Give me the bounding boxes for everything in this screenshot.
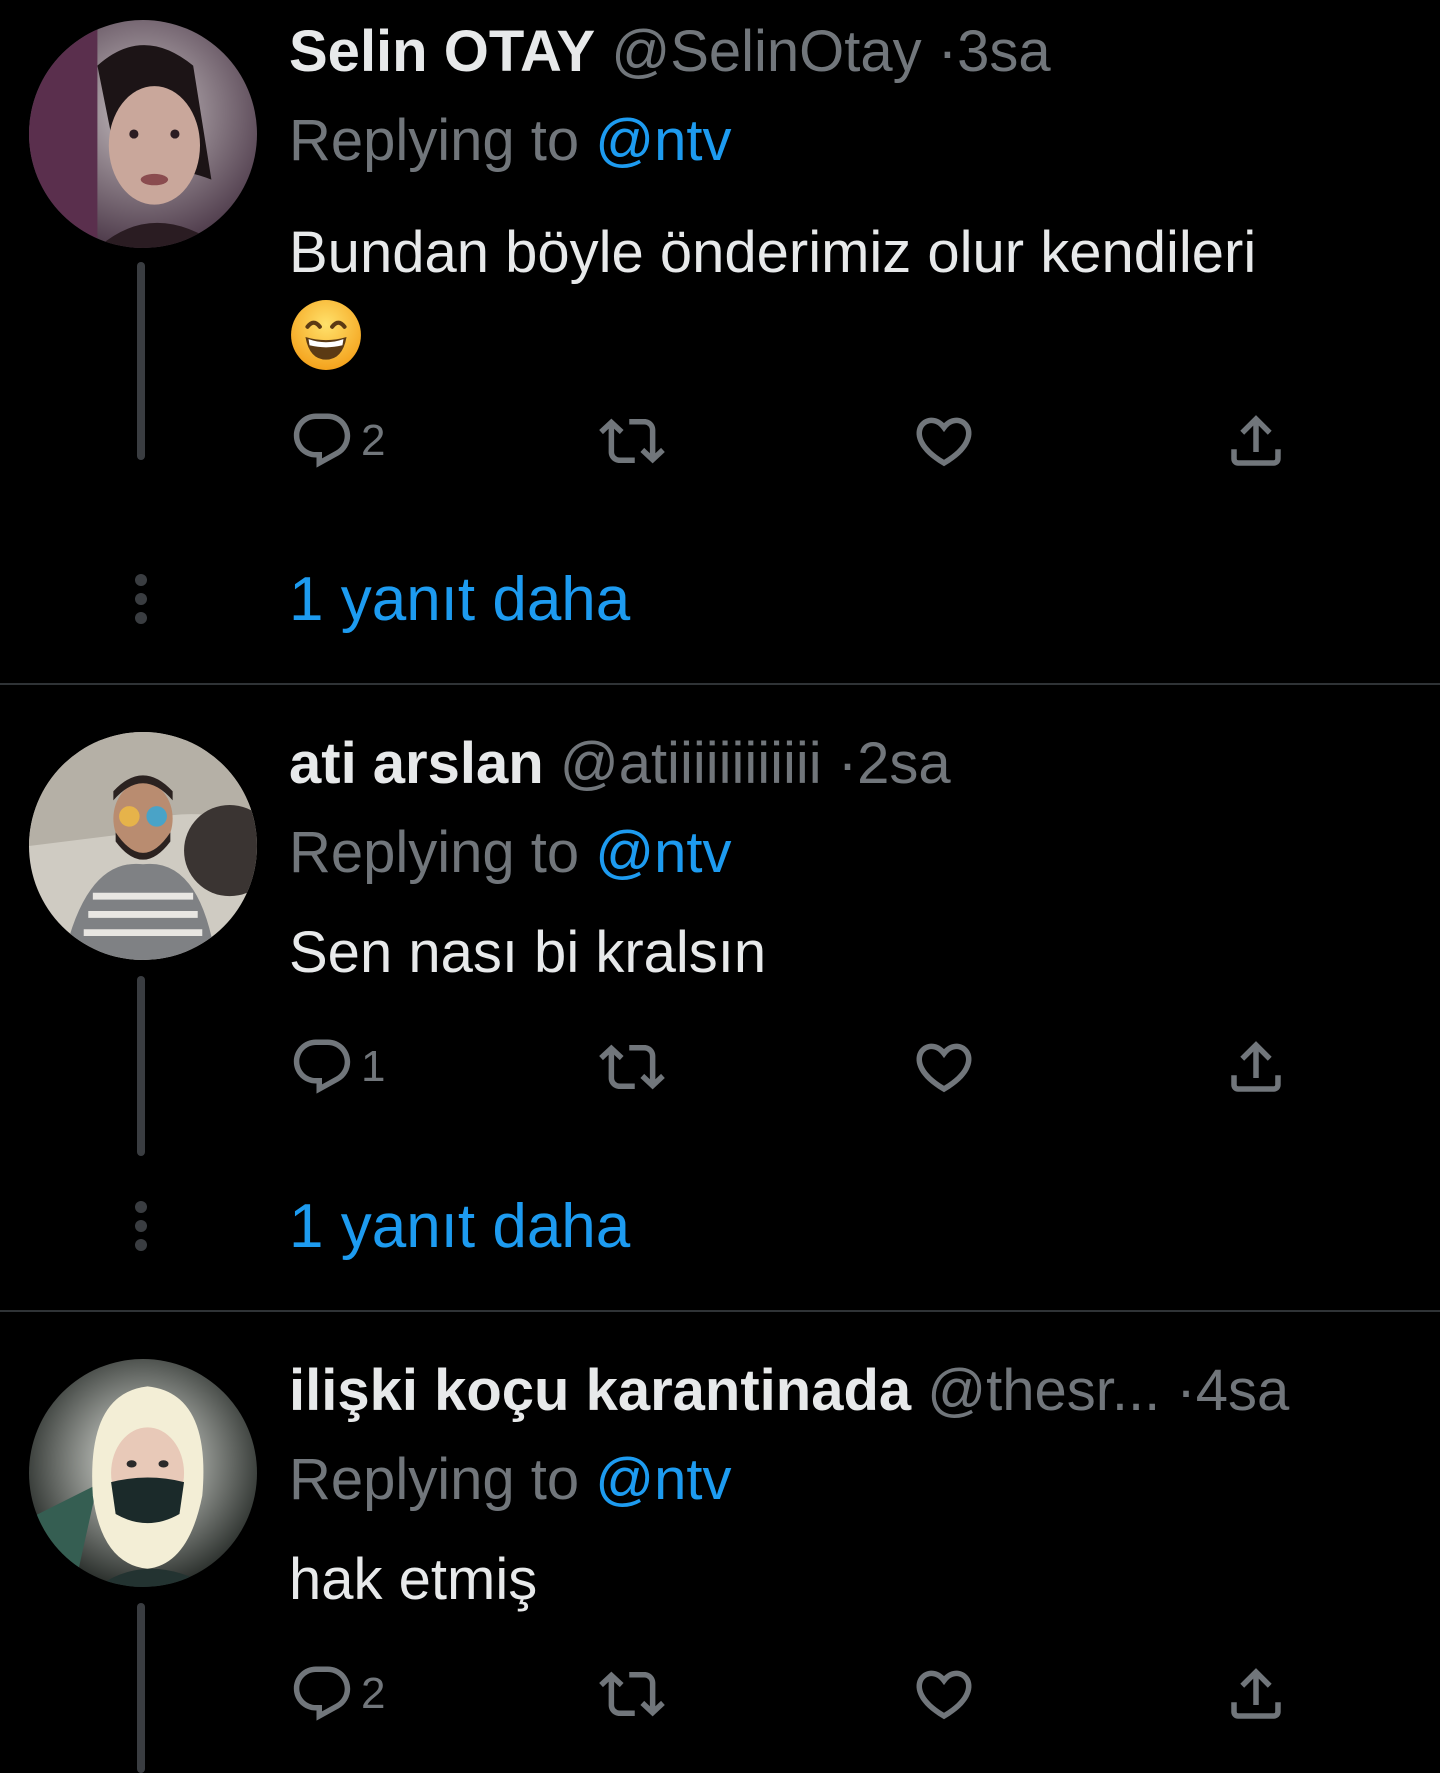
username[interactable]: @atiiiiiiiiiiii (560, 731, 822, 796)
username[interactable]: @thesr... (927, 1358, 1160, 1423)
heart-icon (911, 1034, 977, 1100)
tweet-text-content: Sen nası bi kralsın (289, 920, 767, 985)
tweet[interactable]: Selin OTAY @SelinOtay ·3sa Replying to @… (0, 0, 1440, 645)
more-replies-link[interactable]: 1 yanıt daha (289, 555, 630, 645)
like-button[interactable] (911, 1032, 977, 1102)
avatar[interactable] (29, 20, 257, 248)
tweet-text-content: Bundan böyle önderimiz olur kendileri (289, 220, 1257, 285)
grinning-emoji-icon (291, 300, 361, 370)
thread-line (137, 1603, 145, 1773)
retweet-button[interactable] (599, 406, 665, 476)
share-icon (1223, 408, 1289, 474)
tweet-header: ilişki koçu karantinada @thesr... ·4sa (289, 1353, 1429, 1429)
tweet-text: hak etmiş (289, 1535, 1429, 1625)
reply-button[interactable]: 2 (289, 406, 385, 476)
reply-button[interactable]: 2 (289, 1659, 385, 1729)
timestamp[interactable]: 2sa (857, 731, 951, 796)
tweet-header: Selin OTAY @SelinOtay ·3sa (289, 14, 1429, 90)
tweet-text: Sen nası bi kralsın (289, 908, 1429, 998)
replying-to: Replying to @ntv (289, 103, 732, 179)
more-replies-link[interactable]: 1 yanıt daha (289, 1182, 630, 1272)
divider (0, 683, 1440, 685)
reply-icon (289, 1034, 355, 1100)
separator: · (837, 731, 858, 796)
more-replies-row[interactable]: 1 yanıt daha (0, 1182, 1440, 1272)
thread-line (137, 262, 145, 460)
share-button[interactable] (1223, 406, 1289, 476)
reply-count: 2 (361, 416, 386, 465)
tweet-header: ati arslan @atiiiiiiiiiiii ·2sa (289, 726, 1429, 802)
display-name[interactable]: Selin OTAY (289, 19, 595, 84)
replying-label: Replying to (289, 108, 580, 173)
mention-link[interactable]: @ntv (595, 820, 731, 885)
retweet-icon (599, 408, 665, 474)
reply-icon (289, 408, 355, 474)
retweet-button[interactable] (599, 1659, 665, 1729)
avatar[interactable] (29, 1359, 257, 1587)
replying-label: Replying to (289, 1447, 580, 1512)
avatar[interactable] (29, 732, 257, 960)
thread-line (137, 976, 145, 1156)
more-dots-icon (133, 573, 149, 625)
reply-button[interactable]: 1 (289, 1032, 385, 1102)
mention-link[interactable]: @ntv (595, 1447, 731, 1512)
replying-to: Replying to @ntv (289, 815, 732, 891)
tweet-actions: 2 (289, 406, 1349, 476)
avatar-photo (29, 1359, 257, 1587)
reply-count: 1 (361, 1042, 386, 1091)
retweet-icon (599, 1661, 665, 1727)
heart-icon (911, 408, 977, 474)
tweet-text: Bundan böyle önderimiz olur kendileri (289, 208, 1429, 388)
share-icon (1223, 1661, 1289, 1727)
avatar-photo (29, 20, 257, 248)
reply-icon (289, 1661, 355, 1727)
heart-icon (911, 1661, 977, 1727)
share-icon (1223, 1034, 1289, 1100)
tweet-actions: 2 (289, 1659, 1349, 1729)
username[interactable]: @SelinOtay (611, 19, 921, 84)
more-replies-row[interactable]: 1 yanıt daha (0, 555, 1440, 645)
timestamp[interactable]: 3sa (957, 19, 1051, 84)
display-name[interactable]: ati arslan (289, 731, 544, 796)
more-dots-icon (133, 1200, 149, 1252)
tweet[interactable]: ati arslan @atiiiiiiiiiiii ·2sa Replying… (0, 712, 1440, 1357)
separator: · (1176, 1358, 1196, 1423)
replying-label: Replying to (289, 820, 580, 885)
like-button[interactable] (911, 1659, 977, 1729)
share-button[interactable] (1223, 1659, 1289, 1729)
separator: · (937, 19, 958, 84)
retweet-icon (599, 1034, 665, 1100)
tweet[interactable]: ilişki koçu karantinada @thesr... ·4sa R… (0, 1339, 1440, 1773)
like-button[interactable] (911, 406, 977, 476)
tweet-actions: 1 (289, 1032, 1349, 1102)
mention-link[interactable]: @ntv (595, 108, 731, 173)
reply-count: 2 (361, 1669, 386, 1718)
timestamp[interactable]: 4sa (1196, 1358, 1290, 1423)
retweet-button[interactable] (599, 1032, 665, 1102)
share-button[interactable] (1223, 1032, 1289, 1102)
tweet-text-content: hak etmiş (289, 1547, 538, 1612)
replying-to: Replying to @ntv (289, 1442, 732, 1518)
divider (0, 1310, 1440, 1312)
display-name[interactable]: ilişki koçu karantinada (289, 1358, 911, 1423)
avatar-photo (29, 732, 257, 960)
